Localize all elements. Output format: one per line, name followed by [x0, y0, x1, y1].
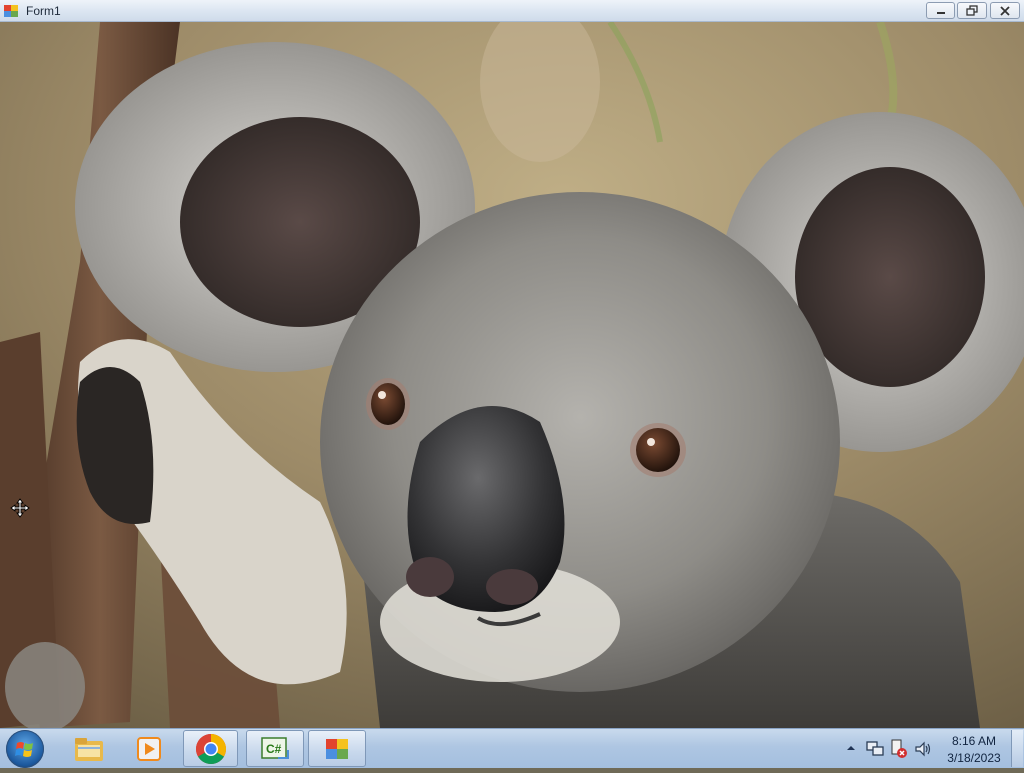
csharp-project-icon: C#: [261, 736, 289, 759]
app-form-icon[interactable]: [4, 4, 18, 18]
move-cursor-icon: [10, 498, 30, 518]
media-player-icon: [137, 736, 161, 761]
app-form-icon: [326, 738, 348, 759]
restore-icon: [966, 5, 978, 16]
show-hidden-icons-icon[interactable]: [846, 744, 856, 752]
taskbar-csharp-project[interactable]: C#: [246, 730, 304, 767]
clock-time[interactable]: 8:16 AM: [940, 734, 1008, 748]
show-desktop-button[interactable]: [1011, 730, 1023, 767]
taskbar: C# 8:16 AM 3/18/2023: [0, 728, 1024, 768]
network-icon[interactable]: [866, 740, 884, 758]
title-bar[interactable]: Form1: [0, 0, 1024, 22]
svg-text:C#: C#: [266, 742, 282, 756]
minimize-button[interactable]: [926, 2, 955, 19]
window-title: Form1: [26, 4, 61, 18]
taskbar-form-app[interactable]: [308, 730, 366, 767]
close-icon: [1000, 5, 1010, 16]
form1-window: Form1: [0, 0, 1024, 728]
maximize-button[interactable]: [957, 2, 987, 19]
minimize-icon: [936, 11, 945, 14]
close-button[interactable]: [990, 2, 1020, 19]
taskbar-chrome[interactable]: [183, 730, 238, 767]
koala-picture: [0, 22, 1024, 728]
taskbar-explorer[interactable]: [66, 730, 112, 767]
windows-logo-icon: [15, 742, 33, 757]
file-explorer-icon: [75, 737, 103, 761]
taskbar-media-player[interactable]: [126, 730, 172, 767]
chrome-icon: [195, 733, 226, 764]
action-center-icon[interactable]: [890, 739, 908, 759]
start-button[interactable]: [6, 730, 44, 768]
clock-date[interactable]: 3/18/2023: [940, 751, 1008, 765]
volume-icon[interactable]: [914, 740, 932, 758]
